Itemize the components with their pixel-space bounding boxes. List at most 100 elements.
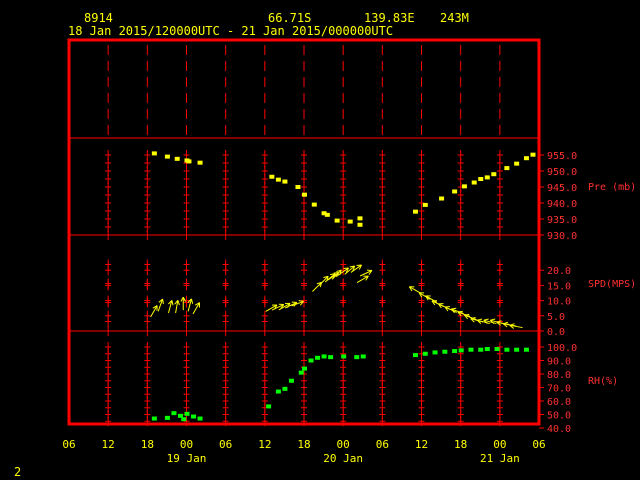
pressure-point bbox=[174, 156, 180, 161]
rh-point bbox=[288, 378, 294, 383]
wind-arrow-head bbox=[190, 298, 194, 304]
y-tick-label-rh: 60.0 bbox=[547, 397, 571, 408]
pressure-point bbox=[164, 154, 170, 159]
wind-arrow bbox=[180, 296, 187, 311]
pressure-point bbox=[452, 189, 458, 194]
station-elevation: 243M bbox=[440, 11, 469, 25]
wind-arrow bbox=[509, 323, 523, 329]
pressure-point bbox=[357, 216, 363, 221]
rh-point bbox=[321, 354, 327, 359]
pressure-point bbox=[357, 222, 363, 227]
wind-arrow bbox=[157, 298, 164, 312]
y-tick-label-pressure: 935.0 bbox=[547, 215, 577, 226]
y-tick-label-rh: 40.0 bbox=[547, 424, 571, 435]
pressure-point bbox=[471, 180, 477, 185]
wind-arrow-head bbox=[451, 307, 457, 310]
pressure-point bbox=[439, 196, 445, 201]
x-tick-label: 06 bbox=[219, 438, 232, 451]
page-number: 2 bbox=[14, 465, 21, 479]
x-tick-label: 18 bbox=[141, 438, 154, 451]
wind-arrow-head bbox=[477, 318, 483, 321]
pressure-point bbox=[530, 152, 536, 157]
pressure-point bbox=[151, 151, 157, 156]
y-tick-label-pressure: 945.0 bbox=[547, 183, 577, 194]
y-tick-label-rh: 100.0 bbox=[547, 343, 577, 354]
pressure-point bbox=[324, 212, 330, 217]
x-day-label: 20 Jan bbox=[323, 452, 363, 465]
pressure-point bbox=[269, 174, 275, 179]
y-tick-label-wind: 0.0 bbox=[547, 327, 565, 338]
x-axis: 06 12 18 00 06 12 18 00 06 12 18 00 06 19 Jan 20 Jan 21… bbox=[62, 438, 545, 465]
y-tick-label-wind: 10.0 bbox=[547, 297, 571, 308]
pressure-point bbox=[478, 177, 484, 181]
wind-arrow bbox=[408, 286, 421, 294]
y-tick-label-rh: 80.0 bbox=[547, 370, 571, 381]
wind-arrow-head bbox=[162, 298, 164, 305]
pressure-point bbox=[491, 172, 497, 177]
wind-arrow bbox=[356, 275, 369, 284]
rh-point bbox=[458, 348, 464, 353]
pressure-point bbox=[197, 160, 203, 165]
x-tick-label: 12 bbox=[415, 438, 428, 451]
y-tick-label-rh: 70.0 bbox=[547, 384, 571, 395]
y-tick-label-pressure: 930.0 bbox=[547, 231, 577, 242]
pressure-point bbox=[347, 219, 353, 224]
rh-point bbox=[514, 347, 520, 352]
pressure-point bbox=[504, 166, 510, 171]
x-tick-label: 12 bbox=[102, 438, 115, 451]
rh-point bbox=[266, 404, 272, 409]
wind-arrow bbox=[291, 300, 304, 307]
rh-point bbox=[452, 349, 458, 354]
x-tick-label: 06 bbox=[376, 438, 389, 451]
rh-point bbox=[282, 386, 288, 391]
rh-point bbox=[197, 416, 203, 421]
rh-point bbox=[191, 414, 197, 419]
pressure-point bbox=[514, 161, 520, 166]
pressure-point bbox=[484, 175, 490, 180]
rh-point bbox=[412, 353, 418, 358]
wind-arrow bbox=[359, 269, 373, 277]
wind-arrow bbox=[425, 295, 438, 303]
pressure-point bbox=[282, 179, 288, 184]
x-tick-label: 18 bbox=[454, 438, 467, 451]
rh-point bbox=[478, 347, 484, 352]
rh-point bbox=[302, 366, 307, 371]
rh-point bbox=[151, 416, 157, 421]
rh-point bbox=[341, 354, 347, 359]
x-day-label: 19 Jan bbox=[167, 452, 207, 465]
rh-point bbox=[484, 347, 490, 352]
panel-label-wind: SPD(MPS) bbox=[588, 279, 636, 290]
station-longitude: 139.83E bbox=[364, 11, 415, 25]
wind-arrow bbox=[444, 306, 457, 313]
y-tick-label-rh: 50.0 bbox=[547, 411, 571, 422]
pressure-point bbox=[302, 192, 307, 197]
rh-point bbox=[315, 355, 321, 360]
pressure-point bbox=[311, 202, 317, 207]
rh-point bbox=[275, 389, 281, 394]
rh-point bbox=[494, 347, 500, 352]
wind-arrow bbox=[174, 299, 180, 314]
pressure-point bbox=[461, 184, 467, 189]
wind-arrow bbox=[192, 302, 201, 315]
rh-point bbox=[432, 350, 438, 355]
rh-point bbox=[298, 370, 304, 375]
y-tick-label-wind: 5.0 bbox=[547, 312, 565, 323]
rh-point bbox=[360, 354, 366, 359]
x-day-label: 21 Jan bbox=[480, 452, 520, 465]
rh-point bbox=[181, 417, 187, 422]
x-tick-label: 00 bbox=[337, 438, 350, 451]
pressure-point bbox=[295, 185, 301, 189]
meteogram-chart: 8914 66.71S 139.83E 243M 18 Jan 2015/120… bbox=[14, 11, 636, 479]
y-tick-label-wind: 20.0 bbox=[547, 266, 571, 277]
y-tick-label-pressure: 955.0 bbox=[547, 151, 577, 162]
x-tick-label: 00 bbox=[493, 438, 506, 451]
rh-point bbox=[442, 349, 448, 354]
wind-arrow-head bbox=[483, 318, 489, 321]
wind-arrow-head bbox=[171, 300, 174, 306]
wind-arrow-head bbox=[490, 318, 496, 321]
pressure-point bbox=[412, 209, 418, 214]
wind-arrow bbox=[150, 305, 158, 318]
x-tick-label: 18 bbox=[297, 438, 310, 451]
panel-label-rh: RH(%) bbox=[588, 376, 618, 387]
y-tick-label-pressure: 940.0 bbox=[547, 199, 577, 210]
